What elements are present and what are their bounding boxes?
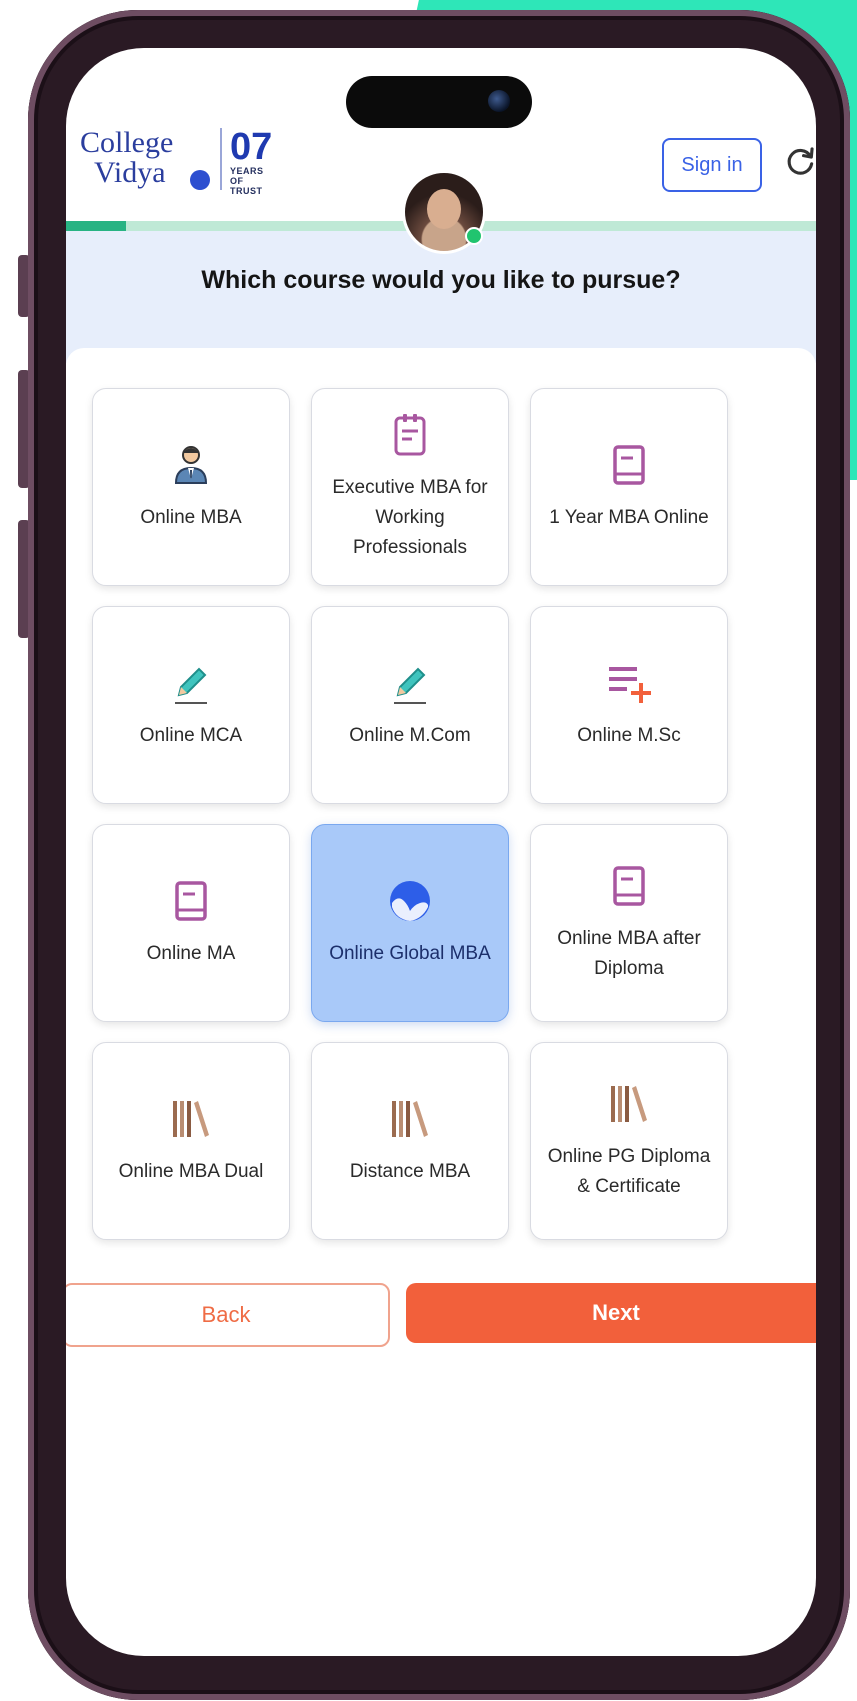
- logo-badge-icon: [190, 170, 210, 190]
- next-button[interactable]: Next: [406, 1283, 816, 1343]
- course-label: Online PG Diploma & Certificate: [547, 1146, 711, 1197]
- pencil-icon: [386, 659, 434, 707]
- businessman-icon: [167, 441, 215, 489]
- avatar-face: [427, 189, 461, 229]
- book-icon: [605, 441, 653, 489]
- course-label: Online MBA after Diploma: [557, 928, 701, 979]
- course-card[interactable]: Online PG Diploma & Certificate: [530, 1042, 728, 1240]
- course-label: Online MCA: [139, 725, 243, 746]
- library-books-icon: [605, 1080, 653, 1128]
- course-card[interactable]: 1 Year MBA Online: [530, 388, 728, 586]
- course-label: Online MBA: [140, 507, 242, 528]
- course-label: Online Global MBA: [329, 943, 491, 964]
- phone-frame: College Vidya 07 YEARS OF TRUST Sign in …: [28, 10, 850, 1700]
- course-label: Online M.Sc: [577, 725, 681, 746]
- course-card[interactable]: Online M.Sc: [530, 606, 728, 804]
- years-number: 07: [230, 126, 273, 168]
- logo-line-2: Vidya: [94, 156, 166, 189]
- list-add-icon: [605, 659, 653, 707]
- back-button[interactable]: Back: [66, 1283, 390, 1347]
- book-icon: [605, 862, 653, 910]
- course-card[interactable]: Distance MBA: [311, 1042, 509, 1240]
- course-card[interactable]: Online MBA after Diploma: [530, 824, 728, 1022]
- dynamic-island: [346, 76, 532, 128]
- library-books-icon: [167, 1095, 215, 1143]
- years-text-2: TRUST: [230, 186, 263, 196]
- course-label: 1 Year MBA Online: [549, 507, 709, 528]
- pencil-icon: [167, 659, 215, 707]
- course-label: Online MBA Dual: [118, 1161, 264, 1182]
- counsellor-avatar: [402, 170, 486, 254]
- course-label: Online M.Com: [349, 725, 471, 746]
- course-card[interactable]: Online MCA: [92, 606, 290, 804]
- course-label: Online MA: [146, 943, 236, 964]
- logo-divider: [220, 128, 222, 190]
- course-card[interactable]: Online M.Com: [311, 606, 509, 804]
- refresh-icon[interactable]: [784, 144, 816, 178]
- years-text-1: YEARS OF: [230, 166, 264, 186]
- course-card[interactable]: Executive MBA for Working Professionals: [311, 388, 509, 586]
- course-card[interactable]: Online MA: [92, 824, 290, 1022]
- library-books-icon: [386, 1095, 434, 1143]
- sign-in-button[interactable]: Sign in: [662, 138, 762, 192]
- globe-icon: [386, 877, 434, 925]
- progress-fill: [66, 221, 126, 231]
- logo-wordmark: College Vidya: [80, 128, 173, 188]
- question-title: Which course would you like to pursue?: [201, 266, 681, 294]
- online-status-icon: [465, 227, 483, 245]
- course-card[interactable]: Online MBA: [92, 388, 290, 586]
- course-options-grid: Online MBA Executive MBA for Working Prof…: [92, 388, 728, 1240]
- course-label: Executive MBA for Working Professionals: [332, 477, 488, 558]
- course-card[interactable]: Online MBA Dual: [92, 1042, 290, 1240]
- book-icon: [167, 877, 215, 925]
- years-of-trust-badge: 07 YEARS OF TRUST: [230, 128, 272, 196]
- clipboard-icon: [386, 411, 434, 459]
- course-label: Distance MBA: [349, 1161, 471, 1182]
- camera-icon: [488, 90, 510, 112]
- course-card[interactable]: Online Global MBA: [311, 824, 509, 1022]
- logo-line-1: College: [80, 126, 174, 159]
- phone-screen: College Vidya 07 YEARS OF TRUST Sign in …: [66, 48, 816, 1656]
